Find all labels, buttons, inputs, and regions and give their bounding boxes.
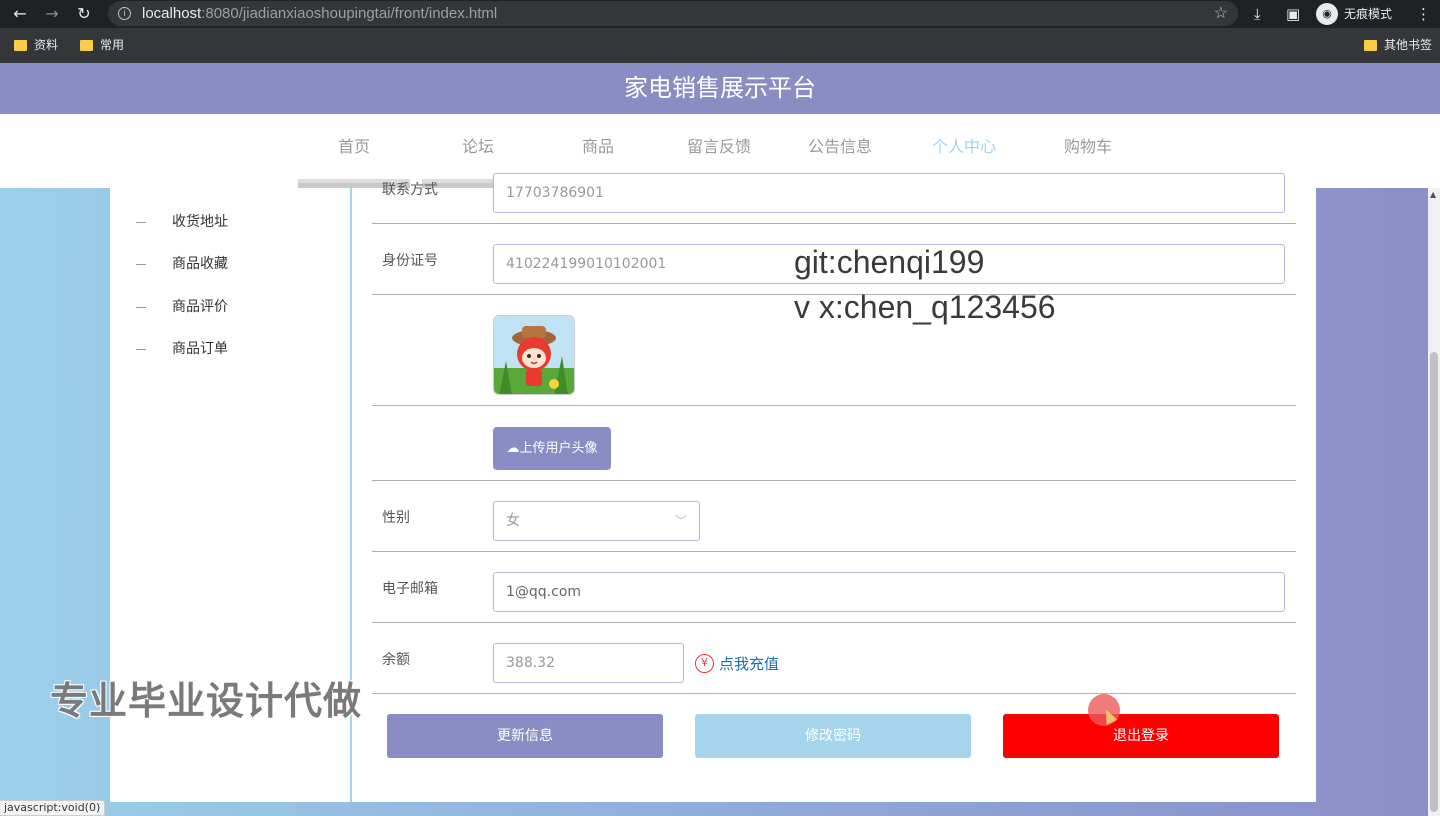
download-icon[interactable]: ⤓ <box>1254 4 1261 24</box>
dash-icon <box>136 306 146 308</box>
user-avatar <box>493 315 575 395</box>
email-label: 电子邮箱 <box>382 581 438 597</box>
yen-icon: ¥ <box>695 654 714 673</box>
folder-icon <box>1364 40 1377 51</box>
git-watermark: git:chenqi199 <box>794 244 985 280</box>
site-header: 家电销售展示平台 <box>0 63 1440 114</box>
nav-label: 论坛 <box>461 137 494 156</box>
wx-watermark: v x:chen_q123456 <box>794 289 1056 325</box>
site-info-icon[interactable]: i <box>118 7 131 20</box>
sidebar-item-label: 商品收藏 <box>172 256 228 272</box>
sidebar-item-reviews[interactable]: 商品评价 <box>136 297 228 317</box>
sidebar-item-label: 收货地址 <box>172 214 228 230</box>
row-divider <box>372 551 1296 552</box>
sidebar-item-favorites[interactable]: 商品收藏 <box>136 254 228 274</box>
page-scrollbar[interactable]: ▲ <box>1428 188 1440 816</box>
chevron-down-icon: ﹀ <box>674 514 687 528</box>
incognito-label: 无痕模式 <box>1344 7 1393 21</box>
nav-label: 公告信息 <box>807 137 872 156</box>
back-icon[interactable]: ← <box>10 4 30 24</box>
address-bar[interactable]: i localhost:8080/jiadianxiaoshoupingtai/… <box>108 1 1238 26</box>
status-bar: javascript:void(0) <box>0 800 106 816</box>
change-password-button[interactable]: 修改密码 <box>695 714 971 758</box>
sidebar-item-label: 商品评价 <box>172 299 228 315</box>
nav-label: 留言反馈 <box>686 137 751 156</box>
nav-label: 购物车 <box>1063 137 1112 156</box>
reload-icon[interactable]: ↻ <box>74 4 94 24</box>
upload-label: 上传用户头像 <box>519 441 598 456</box>
folder-icon <box>80 40 93 51</box>
row-divider <box>372 405 1296 406</box>
other-bookmarks[interactable]: 其他书签 <box>1364 37 1432 54</box>
bookmarks-bar: 资料 常用 其他书签 <box>0 28 1440 63</box>
bookmark-folder[interactable]: 常用 <box>80 37 124 54</box>
upload-avatar-button[interactable]: ☁上传用户头像 <box>493 427 611 470</box>
forward-icon[interactable]: → <box>42 4 62 24</box>
row-divider <box>372 223 1296 224</box>
recharge-label: 点我充值 <box>719 655 780 673</box>
folder-icon <box>14 40 27 51</box>
gender-value: 女 <box>506 513 520 529</box>
balance-field[interactable]: 388.32 <box>493 643 684 683</box>
row-divider <box>372 693 1296 694</box>
bookmark-star-icon[interactable]: ☆ <box>1214 1 1228 26</box>
bookmark-label: 其他书签 <box>1384 38 1433 52</box>
nav-label: 首页 <box>337 137 370 156</box>
logout-button[interactable]: 退出登录 <box>1003 714 1279 758</box>
sidebar-item-label: 商品订单 <box>172 341 228 357</box>
scroll-thumb[interactable] <box>1430 352 1438 812</box>
sidebar-item-orders[interactable]: 商品订单 <box>136 339 228 359</box>
dash-icon <box>136 263 146 265</box>
sidebar-item-address[interactable]: 收货地址 <box>136 212 228 232</box>
contact-label: 联系方式 <box>382 182 438 198</box>
side-panel-icon[interactable]: ▣ <box>1286 4 1300 24</box>
dash-icon <box>136 348 146 350</box>
contact-field[interactable]: 17703786901 <box>493 173 1285 213</box>
bookmark-label: 资料 <box>34 38 59 52</box>
dash-icon <box>136 221 146 223</box>
bookmark-label: 常用 <box>100 38 125 52</box>
url-host: localhost <box>142 5 202 22</box>
cloud-upload-icon: ☁ <box>506 441 520 456</box>
scroll-up-icon[interactable]: ▲ <box>1430 190 1436 199</box>
row-divider <box>372 480 1296 481</box>
nav-label: 商品 <box>581 137 614 156</box>
email-field[interactable]: 1@qq.com <box>493 572 1285 612</box>
browser-toolbar: ← → ↻ i localhost:8080/jiadianxiaoshoupi… <box>0 0 1440 28</box>
balance-label: 余额 <box>382 652 410 668</box>
site-title: 家电销售展示平台 <box>624 74 816 102</box>
bookmark-folder[interactable]: 资料 <box>14 37 58 54</box>
row-divider <box>372 622 1296 623</box>
recharge-link[interactable]: ¥ 点我充值 <box>695 653 779 675</box>
gender-label: 性别 <box>382 510 410 526</box>
update-info-button[interactable]: 更新信息 <box>387 714 663 758</box>
incognito-icon[interactable]: ◉ <box>1316 3 1338 25</box>
ad-watermark: 专业毕业设计代做 <box>50 679 363 723</box>
url-path: :8080/jiadianxiaoshoupingtai/front/index… <box>201 5 498 22</box>
menu-icon[interactable]: ⋮ <box>1416 4 1431 24</box>
gender-select[interactable]: 女 ﹀ <box>493 501 700 541</box>
nav-label: 个人中心 <box>931 137 996 156</box>
idcard-label: 身份证号 <box>382 253 438 269</box>
